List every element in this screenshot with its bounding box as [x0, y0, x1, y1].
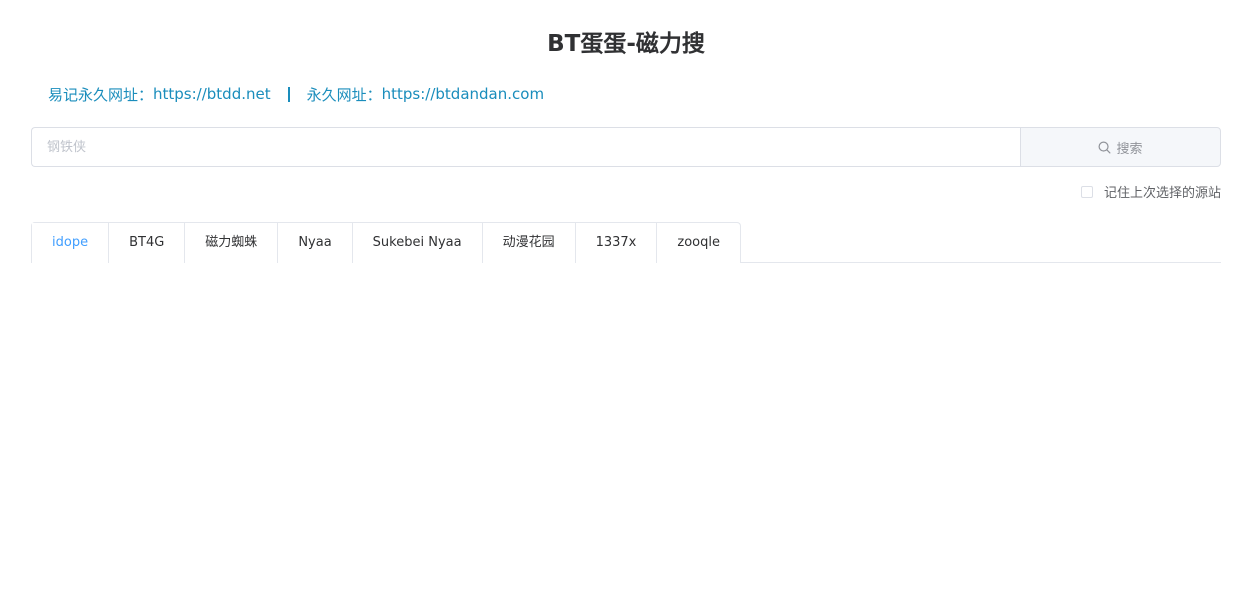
page-title: BT蛋蛋-磁力搜	[547, 31, 705, 57]
search-bar: 搜索	[31, 127, 1221, 167]
tab-nyaa[interactable]: Nyaa	[277, 223, 351, 263]
easy-url-label: 易记永久网址：	[48, 85, 154, 104]
search-input[interactable]	[31, 127, 1020, 167]
perm-url-label: 永久网址：	[306, 85, 382, 104]
remember-source-option[interactable]: 记住上次选择的源站	[1080, 182, 1221, 201]
tab-list: idope BT4G 磁力蜘蛛 Nyaa Sukebei Nyaa 动漫花园 1337x zo…	[31, 222, 741, 264]
tab-zooqle[interactable]: zooqle	[656, 223, 740, 263]
search-button[interactable]: 搜索	[1020, 127, 1221, 167]
page: BT蛋蛋-磁力搜 易记永久网址： https://btdd.net 永久网址： …	[0, 0, 1252, 615]
perm-url-link[interactable]: https://btdandan.com	[382, 85, 544, 103]
tab-1337x[interactable]: 1337x	[574, 223, 657, 263]
url-divider	[287, 86, 290, 102]
tab-磁力蜘蛛[interactable]: 磁力蜘蛛	[184, 223, 277, 263]
tab-bt4g[interactable]: BT4G	[108, 223, 184, 263]
search-button-label: 搜索	[1116, 141, 1143, 157]
tab-idope[interactable]: idope	[32, 223, 109, 264]
tab-动漫花园[interactable]: 动漫花园	[481, 223, 575, 263]
tab-sukebei-nyaa[interactable]: Sukebei Nyaa	[351, 223, 482, 263]
remember-label: 记住上次选择的源站	[1103, 186, 1221, 201]
url-bar: 易记永久网址： https://btdd.net 永久网址： https://b…	[48, 82, 544, 106]
easy-url-link[interactable]: https://btdd.net	[153, 85, 271, 103]
remember-checkbox[interactable]	[1080, 185, 1093, 198]
source-tabs: idope BT4G 磁力蜘蛛 Nyaa Sukebei Nyaa 动漫花园 1337x zo…	[31, 222, 1221, 264]
search-icon	[1098, 141, 1111, 153]
